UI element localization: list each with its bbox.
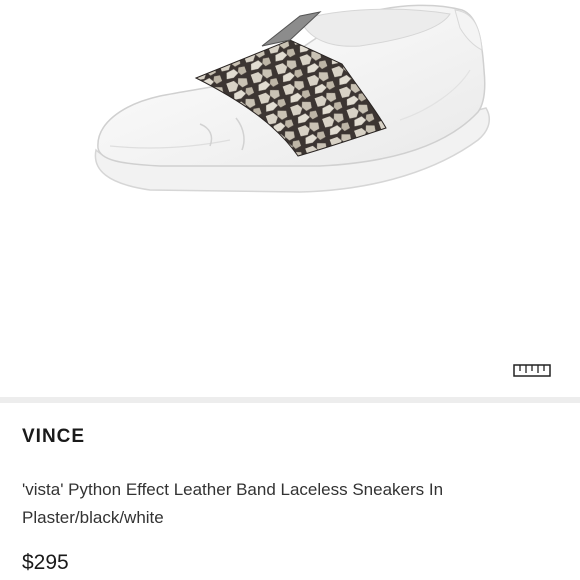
sneaker-illustration — [94, 4, 491, 193]
product-page: VINCE 'vista' Python Effect Leather Band… — [0, 0, 580, 580]
product-title: 'vista' Python Effect Leather Band Lacel… — [22, 480, 444, 527]
brand-name[interactable]: VINCE — [22, 426, 85, 448]
ruler-icon[interactable] — [513, 362, 551, 378]
product-image[interactable] — [0, 0, 580, 397]
product-price: $295 — [22, 551, 69, 574]
section-divider — [0, 397, 580, 403]
